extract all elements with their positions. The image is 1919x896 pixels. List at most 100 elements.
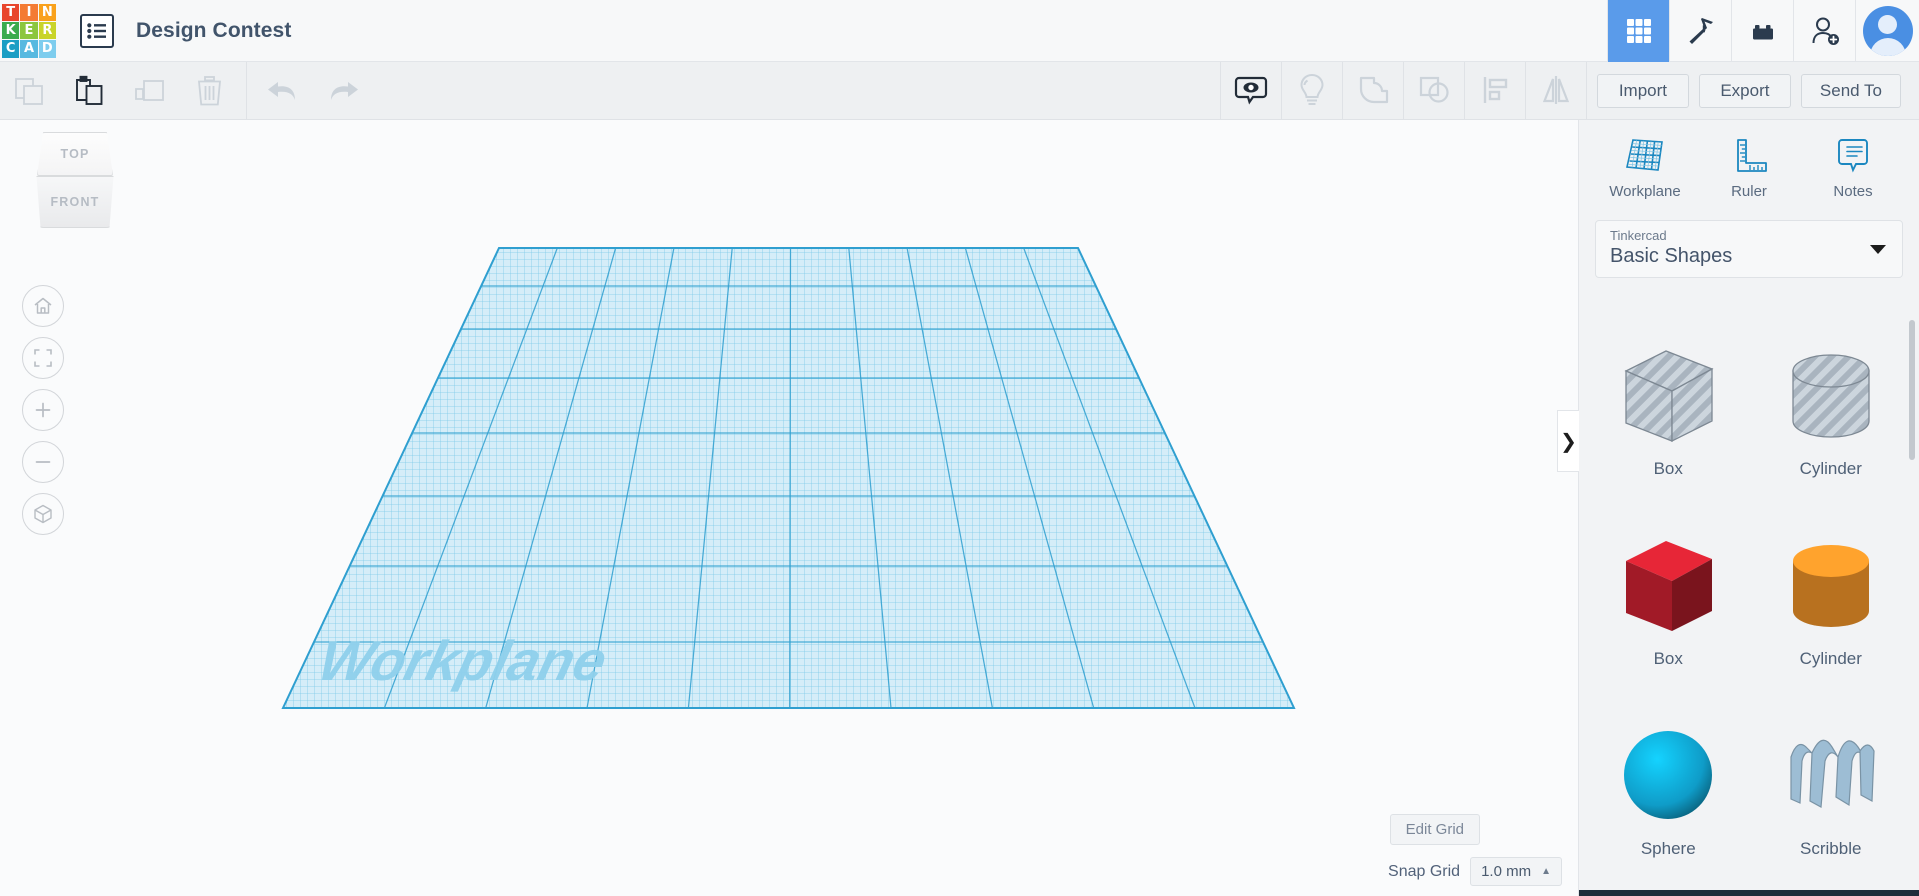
- notes-bubble-icon: [1838, 139, 1868, 173]
- shape-item-box-hole[interactable]: Box: [1587, 327, 1750, 517]
- workplane-tab[interactable]: Workplane: [1601, 136, 1689, 200]
- logo-tile-e: E: [20, 21, 38, 40]
- top-bar-right-actions: [1607, 0, 1919, 62]
- show-hide-eye-icon: [1234, 76, 1268, 105]
- shape-label: Sphere: [1640, 839, 1696, 858]
- user-avatar-button[interactable]: [1855, 0, 1919, 62]
- snap-grid-select[interactable]: 1.0 mm ▲: [1470, 857, 1562, 886]
- group-button[interactable]: [1342, 61, 1404, 119]
- fit-to-view-button[interactable]: [22, 337, 64, 379]
- 3d-canvas[interactable]: Workplane TOP FRONT Edit Grid Snap Grid …: [0, 120, 1578, 896]
- group-shapes-icon: [1359, 76, 1389, 104]
- shape-thumb-cylinder: [1792, 354, 1870, 438]
- tinkercad-logo[interactable]: TINKERCAD: [0, 2, 58, 60]
- shape-item-scribble-solid[interactable]: Scribble: [1750, 707, 1913, 896]
- import-button[interactable]: Import: [1596, 73, 1689, 108]
- list-icon: [87, 22, 106, 39]
- top-bar: TINKERCAD Design Contest: [0, 0, 1919, 62]
- edit-grid-button[interactable]: Edit Grid: [1389, 814, 1480, 845]
- view-cube[interactable]: TOP FRONT: [32, 132, 118, 230]
- home-view-icon: [34, 297, 52, 314]
- panel-tools: Workplane Ruler Notes: [1579, 120, 1919, 216]
- snap-grid-value: 1.0 mm: [1481, 863, 1532, 880]
- panel-bottom-strip: [1579, 890, 1919, 896]
- copy-button[interactable]: [0, 62, 60, 120]
- toolbar-divider: [246, 61, 247, 120]
- shape-thumb-cylinder: [1792, 545, 1869, 627]
- logo-tile-i: I: [20, 3, 38, 21]
- send-to-button[interactable]: Send To: [1800, 73, 1901, 108]
- paste-button[interactable]: [60, 62, 120, 120]
- ortho-perspective-icon: [34, 504, 52, 524]
- ruler-tab[interactable]: Ruler: [1705, 136, 1793, 200]
- shape-library-list[interactable]: Box Cylinder Box Cylinder Sphere Scribbl…: [1579, 313, 1919, 896]
- home-view-button[interactable]: [22, 285, 64, 327]
- zoom-in-button[interactable]: [22, 389, 64, 431]
- shape-thumbnail: [1771, 337, 1891, 457]
- align-button[interactable]: [1464, 61, 1526, 119]
- ungroup-shapes-icon: [1419, 76, 1449, 103]
- lego-brick-icon-button[interactable]: [1731, 0, 1793, 62]
- caret-up-icon: ▲: [1541, 866, 1551, 877]
- notes-tab[interactable]: Notes: [1809, 136, 1897, 200]
- view-cube-top-label: TOP: [60, 147, 90, 161]
- shape-item-cylinder-hole[interactable]: Cylinder: [1750, 327, 1913, 517]
- lego-brick-icon: [1752, 24, 1773, 39]
- collapse-panel-button[interactable]: ❯: [1557, 410, 1579, 472]
- view-cube-front-face[interactable]: FRONT: [36, 176, 114, 228]
- document-title[interactable]: Design Contest: [136, 19, 291, 43]
- export-button[interactable]: Export: [1698, 73, 1791, 108]
- logo-tile-t: T: [2, 3, 20, 21]
- highlight-button[interactable]: [1281, 61, 1343, 119]
- snap-grid-label: Snap Grid: [1388, 862, 1461, 880]
- library-provider-label: Tinkercad: [1610, 228, 1667, 243]
- logo-tile-c: C: [2, 40, 20, 58]
- ungroup-button[interactable]: [1403, 61, 1465, 119]
- show-hide-button[interactable]: [1220, 61, 1282, 119]
- designs-list-button[interactable]: [80, 13, 114, 48]
- grid-apps-icon: [1626, 18, 1651, 43]
- shape-thumb-sphere: [1624, 731, 1713, 819]
- library-selected-value: Basic Shapes: [1610, 245, 1733, 267]
- view-cube-front-label: FRONT: [50, 195, 100, 209]
- shape-thumbnail: [1608, 337, 1728, 457]
- avatar: [1862, 5, 1913, 56]
- shape-thumbnail: [1608, 527, 1728, 647]
- delete-icon: [198, 75, 221, 105]
- shape-item-cylinder-solid[interactable]: Cylinder: [1750, 517, 1913, 707]
- view-cube-top-face[interactable]: TOP: [37, 132, 113, 176]
- shape-thumbnail: [1608, 717, 1728, 837]
- ortho-perspective-button[interactable]: [22, 493, 64, 535]
- logo-tile-a: A: [20, 40, 38, 58]
- fit-to-view-icon: [34, 349, 52, 367]
- shape-item-box-solid[interactable]: Box: [1587, 517, 1750, 707]
- ruler-icon: [1737, 139, 1767, 172]
- redo-icon: [331, 81, 358, 100]
- redo-button[interactable]: [313, 62, 373, 120]
- pickaxe-icon-button[interactable]: [1669, 0, 1731, 62]
- shape-thumb-scribble: [1790, 739, 1875, 808]
- duplicate-button[interactable]: [120, 62, 180, 120]
- mirror-icon: [1542, 76, 1570, 104]
- shape-label: Cylinder: [1799, 649, 1862, 668]
- zoom-in-icon: [35, 402, 51, 418]
- mirror-button[interactable]: [1525, 61, 1587, 119]
- shape-grid: Box Cylinder Box Cylinder Sphere Scribbl…: [1579, 313, 1919, 896]
- undo-icon: [268, 81, 295, 100]
- tinkercad-editor: TINKERCAD Design Contest Import Export S…: [0, 0, 1919, 896]
- zoom-out-button[interactable]: [22, 441, 64, 483]
- zoom-out-icon: [35, 461, 51, 463]
- shape-list-scrollbar[interactable]: [1909, 320, 1915, 460]
- logo-tile-k: K: [2, 21, 20, 40]
- paste-icon: [76, 75, 103, 105]
- undo-button[interactable]: [253, 62, 313, 120]
- add-person-icon-button[interactable]: [1793, 0, 1855, 62]
- notes-tab-label: Notes: [1833, 183, 1873, 200]
- delete-button[interactable]: [180, 62, 240, 120]
- shape-library-selector[interactable]: Tinkercad Basic Shapes: [1595, 220, 1903, 278]
- view-tool-group: [1219, 61, 1587, 120]
- pickaxe-icon: [1689, 17, 1713, 44]
- edit-toolbar: Import Export Send To: [0, 61, 1919, 120]
- shape-item-sphere-solid[interactable]: Sphere: [1587, 707, 1750, 896]
- grid-apps-icon-button[interactable]: [1607, 0, 1669, 62]
